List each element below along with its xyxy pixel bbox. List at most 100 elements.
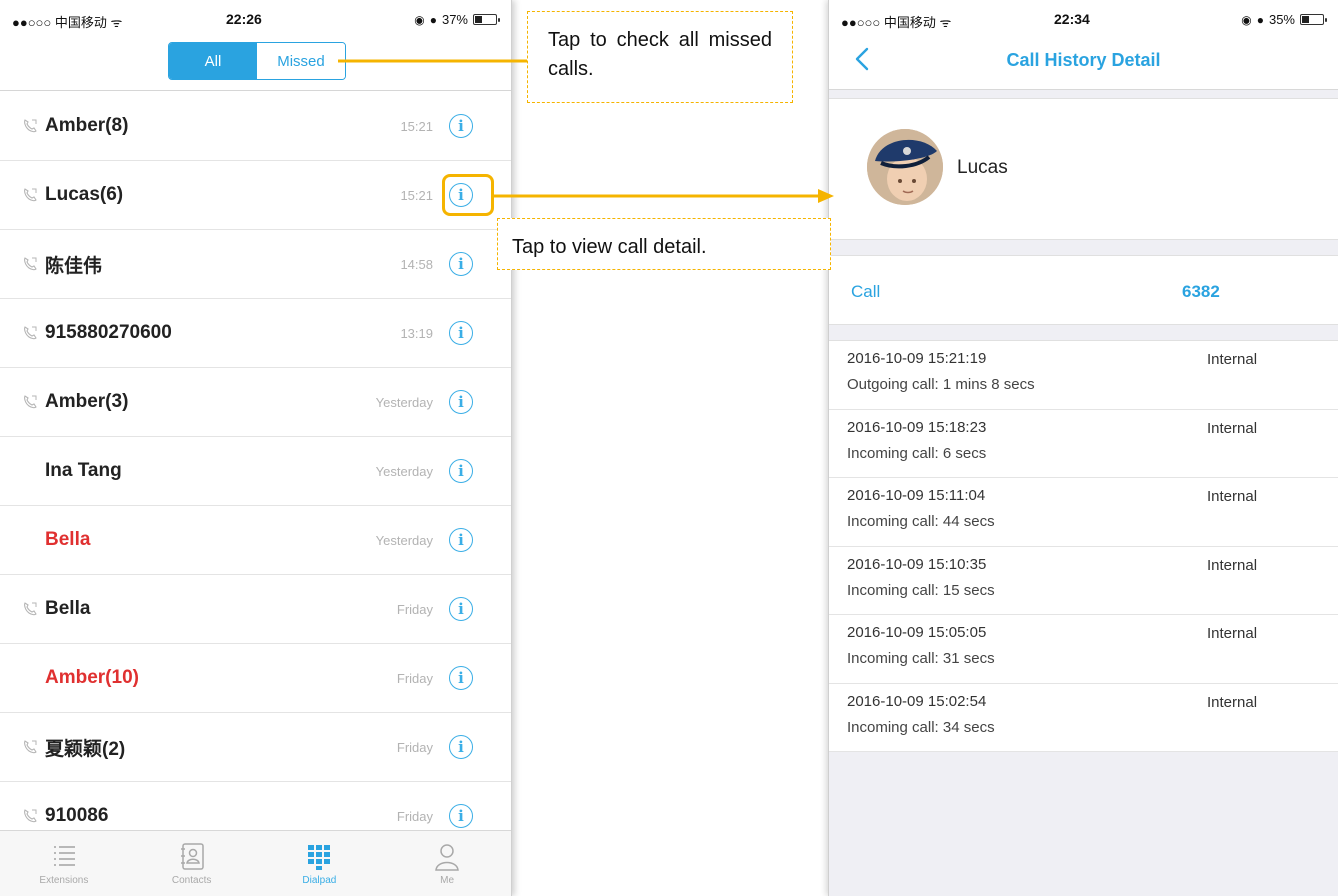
all-calls-tab[interactable]: All	[169, 43, 257, 79]
info-icon[interactable]: i	[449, 114, 473, 138]
header-divider	[0, 90, 511, 91]
info-icon[interactable]: i	[449, 459, 473, 483]
caller-name: 夏颖颖(2)	[45, 738, 126, 760]
clock: 22:34	[1054, 11, 1090, 27]
history-row: 2016-10-09 15:18:23 Internal Incoming call…	[829, 410, 1338, 478]
orientation-lock-icon: ●	[429, 12, 437, 27]
history-datetime: 2016-10-09 15:18:23	[847, 418, 987, 436]
history-row: 2016-10-09 15:05:05 Internal Incoming call…	[829, 615, 1338, 684]
call-action-row[interactable]: Call 6382	[829, 255, 1338, 325]
info-icon[interactable]: i	[449, 666, 473, 690]
info-icon[interactable]: i	[449, 804, 473, 828]
call-list-row[interactable]: 夏颖颖(2) Friday i	[0, 713, 511, 782]
call-log-screen: ●●○○○ 中国移动 ᯤ 22:26 ◉ ● 37% All Missed Am…	[0, 0, 512, 896]
info-icon[interactable]: i	[449, 321, 473, 345]
call-list-row[interactable]: Amber(8) 15:21 i	[0, 92, 511, 161]
call-list-row[interactable]: Amber(10) Friday i	[0, 644, 511, 713]
battery-percent: 37%	[441, 12, 468, 27]
caller-name: Bella	[45, 598, 91, 619]
phone-outgoing-icon	[24, 188, 37, 202]
page-title: Call History Detail	[1006, 50, 1161, 70]
carrier-label: ●●○○○ 中国移动 ᯤ	[841, 15, 952, 30]
phone-outgoing-icon	[24, 395, 37, 409]
call-time: Friday	[396, 739, 433, 755]
tab-me[interactable]: Me	[383, 831, 511, 896]
history-description: Incoming call: 44 secs	[847, 513, 995, 530]
history-row: 2016-10-09 15:11:04 Internal Incoming call…	[829, 478, 1338, 547]
history-type: Internal	[1207, 556, 1258, 574]
call-list-row[interactable]: 陈佳伟 14:58 i	[0, 230, 511, 299]
tab-bar: Extensions Contacts Dialpad Me	[0, 830, 511, 896]
alarm-icon: ◉	[414, 12, 425, 27]
tab-label: Contacts	[171, 875, 212, 886]
history-type: Internal	[1207, 419, 1258, 437]
call-filter-segmented-control: All Missed	[168, 42, 346, 80]
call-label: Call	[851, 282, 881, 301]
caller-name: 陈佳伟	[45, 255, 103, 277]
call-time: 15:21	[400, 187, 433, 203]
history-row: 2016-10-09 15:21:19 Internal Outgoing call…	[829, 341, 1338, 410]
tab-label: Dialpad	[302, 875, 337, 886]
tab-contacts[interactable]: Contacts	[128, 831, 256, 896]
battery-icon	[473, 14, 500, 25]
battery-icon	[1300, 14, 1327, 25]
caller-name: 915880270600	[45, 322, 172, 343]
clock: 22:26	[226, 11, 262, 27]
missed-calls-callout: Tap to check all missed calls.	[527, 11, 793, 103]
caller-name: Amber(8)	[45, 115, 129, 136]
call-time: Yesterday	[375, 532, 433, 548]
nav-bar: ●●○○○ 中国移动 ᯤ 22:34 ◉ ● 35% Call History …	[829, 0, 1338, 90]
caller-name: Lucas(6)	[45, 184, 124, 205]
history-row: 2016-10-09 15:02:54 Internal Incoming call…	[829, 684, 1338, 752]
history-datetime: 2016-10-09 15:11:04	[847, 487, 986, 504]
call-time: Yesterday	[375, 394, 433, 410]
call-time: Friday	[396, 808, 433, 824]
call-list-row[interactable]: Ina Tang Yesterday i	[0, 437, 511, 506]
call-number[interactable]: 6382	[1182, 282, 1220, 302]
orientation-lock-icon: ●	[1256, 12, 1264, 27]
history-type: Internal	[1207, 693, 1258, 711]
tab-dialpad[interactable]: Dialpad	[256, 831, 384, 896]
call-list: Amber(8) 15:21 i Lucas(6) 15:21 i 陈佳伟 14:58 i 915…	[0, 92, 511, 851]
avatar	[867, 129, 943, 205]
missed-calls-tab[interactable]: Missed	[257, 43, 345, 79]
call-time: 13:19	[400, 325, 433, 341]
call-history-list: 2016-10-09 15:21:19 Internal Outgoing call…	[829, 340, 1338, 752]
history-description: Incoming call: 6 secs	[847, 444, 987, 462]
call-history-detail-screen: ●●○○○ 中国移动 ᯤ 22:34 ◉ ● 35% Call History …	[828, 0, 1338, 896]
status-bar: ●●○○○ 中国移动 ᯤ 22:26 ◉ ● 37%	[0, 0, 511, 40]
call-time: 14:58	[400, 256, 433, 272]
phone-outgoing-icon	[24, 257, 37, 271]
history-description: Outgoing call: 1 mins 8 secs	[847, 376, 1035, 393]
list-icon	[53, 846, 75, 866]
info-icon[interactable]: i	[449, 597, 473, 621]
contact-name: Lucas	[957, 157, 1008, 178]
call-list-row[interactable]: Lucas(6) 15:21 i	[0, 161, 511, 230]
status-right: ◉ ● 37%	[414, 12, 500, 27]
contact-card: Lucas	[829, 98, 1338, 240]
person-icon	[435, 844, 459, 871]
history-type: Internal	[1207, 351, 1258, 368]
info-icon[interactable]: i	[449, 735, 473, 759]
history-description: Incoming call: 31 secs	[847, 650, 995, 667]
dialpad-icon	[308, 845, 331, 870]
alarm-icon: ◉	[1241, 12, 1252, 27]
call-list-row[interactable]: Amber(3) Yesterday i	[0, 368, 511, 437]
phone-outgoing-icon	[24, 602, 37, 616]
call-list-row[interactable]: Bella Yesterday i	[0, 506, 511, 575]
tab-extensions[interactable]: Extensions	[0, 831, 128, 896]
call-detail-callout: Tap to view call detail.	[497, 218, 831, 270]
call-list-row[interactable]: 915880270600 13:19 i	[0, 299, 511, 368]
info-icon[interactable]: i	[449, 528, 473, 552]
info-icon[interactable]: i	[449, 252, 473, 276]
call-list-row[interactable]: Bella Friday i	[0, 575, 511, 644]
history-type: Internal	[1207, 625, 1258, 642]
info-icon[interactable]: i	[449, 390, 473, 414]
battery-percent: 35%	[1268, 12, 1295, 27]
phone-outgoing-icon	[24, 809, 37, 823]
history-datetime: 2016-10-09 15:10:35	[847, 555, 987, 573]
tab-label: Extensions	[39, 875, 89, 886]
phone-outgoing-icon	[24, 740, 37, 754]
contacts-icon	[180, 843, 204, 870]
tab-label: Me	[440, 875, 455, 886]
